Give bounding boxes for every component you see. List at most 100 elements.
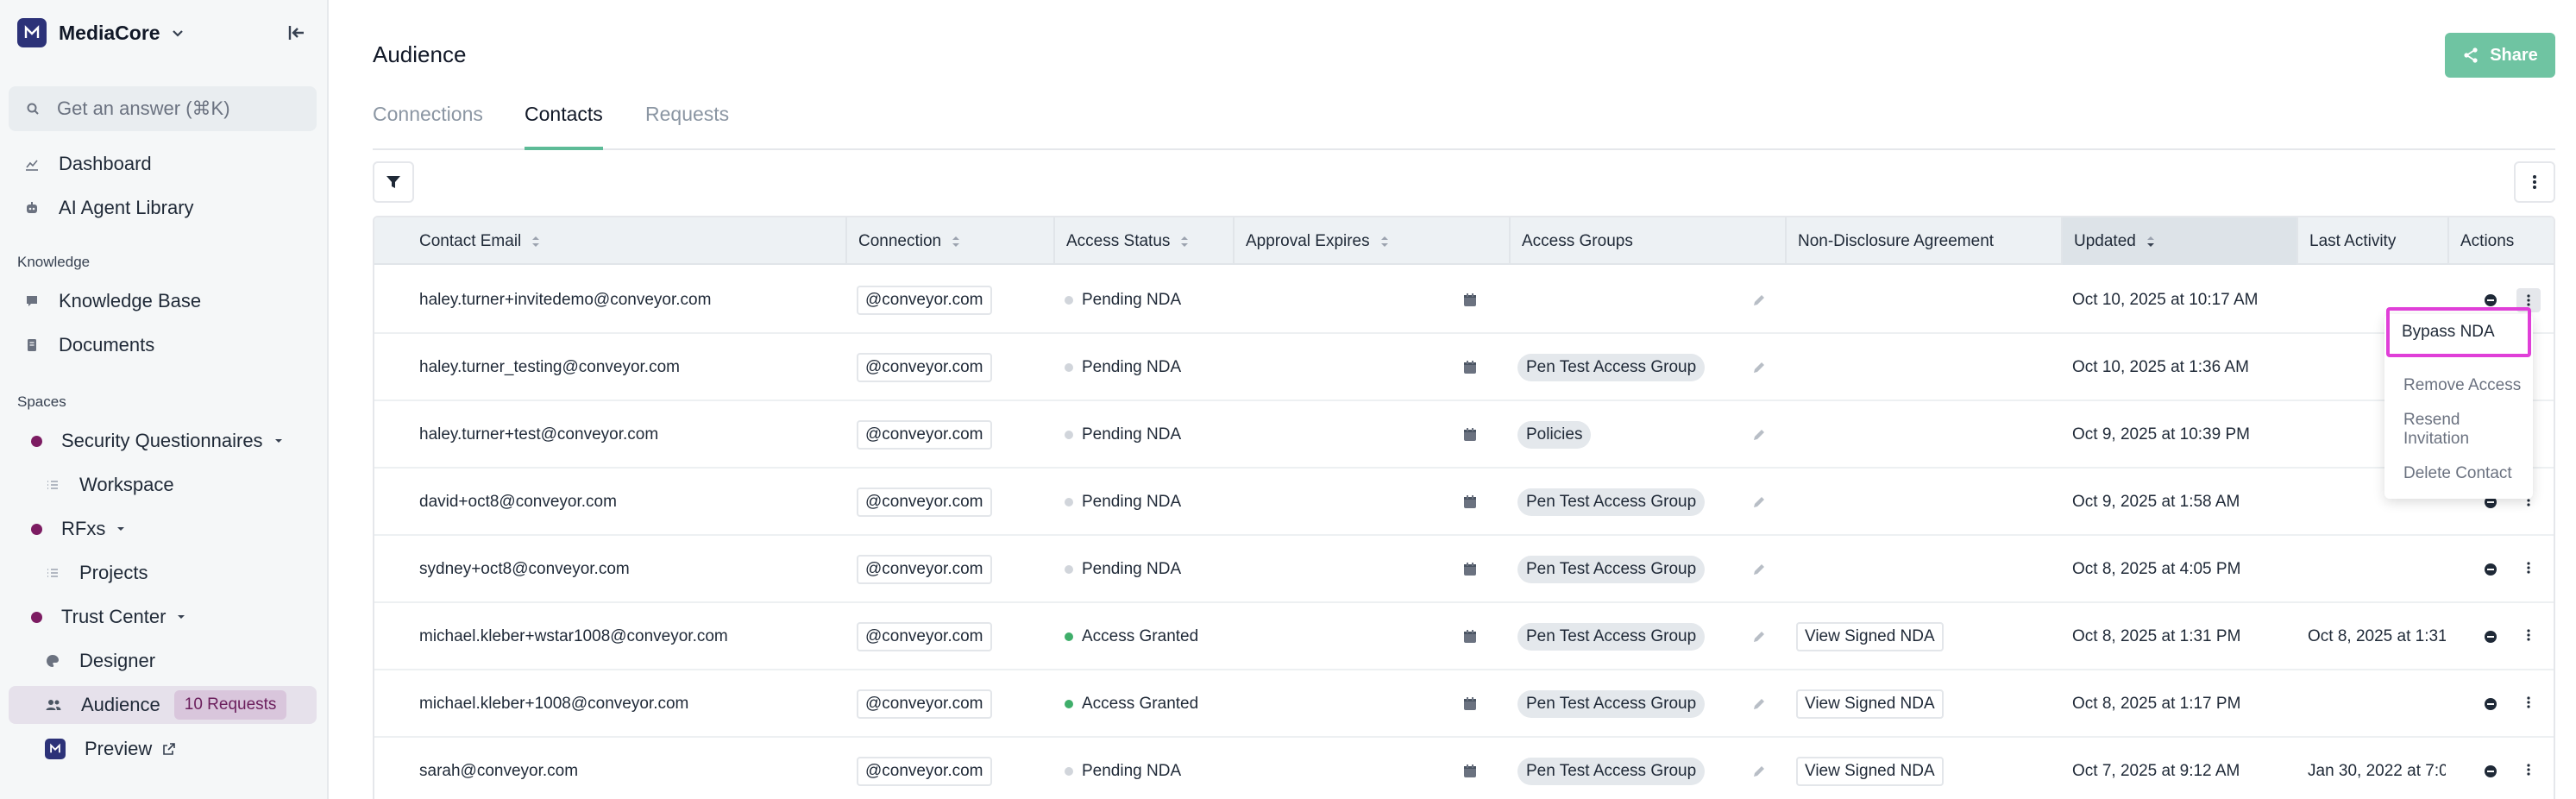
sidebar-item-knowledge-base[interactable]: Knowledge Base bbox=[9, 282, 317, 320]
connection-chip[interactable]: @conveyor.com bbox=[857, 689, 992, 719]
connection-chip[interactable]: @conveyor.com bbox=[857, 286, 992, 315]
requests-badge: 10 Requests bbox=[173, 690, 287, 720]
status-dot-icon bbox=[1065, 632, 1073, 641]
edit-groups-button[interactable] bbox=[1746, 536, 1772, 603]
filter-button[interactable] bbox=[373, 161, 414, 203]
contact-email: sarah@conveyor.com bbox=[419, 762, 579, 780]
column-header-connection[interactable]: Connection bbox=[845, 217, 1053, 265]
menu-item-bypass-nda[interactable]: Bypass NDA bbox=[2386, 307, 2531, 357]
sidebar-item-trust-center[interactable]: Trust Center bbox=[9, 598, 317, 636]
minus-circle-icon bbox=[2485, 563, 2497, 576]
calendar-button[interactable] bbox=[1457, 536, 1483, 603]
tab-connections[interactable]: Connections bbox=[373, 97, 483, 150]
share-label: Share bbox=[2490, 45, 2538, 65]
view-signed-nda-button[interactable]: View Signed NDA bbox=[1796, 622, 1944, 651]
status-dot-icon bbox=[1065, 700, 1073, 708]
column-header-label: Last Activity bbox=[2309, 231, 2397, 250]
column-header-label: Approval Expires bbox=[1246, 231, 1370, 250]
sidebar-item-rfxs[interactable]: RFxs bbox=[9, 510, 317, 548]
sidebar-item-security-questionnaires[interactable]: Security Questionnaires bbox=[9, 422, 317, 460]
remove-button[interactable] bbox=[2480, 603, 2501, 670]
edit-groups-button[interactable] bbox=[1746, 267, 1772, 334]
connection-chip[interactable]: @conveyor.com bbox=[857, 622, 992, 651]
view-signed-nda-button[interactable]: View Signed NDA bbox=[1796, 757, 1944, 786]
sidebar-item-workspace[interactable]: Workspace bbox=[9, 466, 317, 504]
column-header-nda: Non-Disclosure Agreement bbox=[1785, 217, 2061, 265]
column-header-approval-expires[interactable]: Approval Expires bbox=[1233, 217, 1509, 265]
sidebar-item-preview[interactable]: Preview bbox=[9, 730, 317, 768]
contact-email: michael.kleber+1008@conveyor.com bbox=[419, 695, 689, 713]
calendar-button[interactable] bbox=[1457, 738, 1483, 799]
calendar-icon bbox=[1464, 764, 1476, 777]
calendar-icon bbox=[1464, 293, 1476, 306]
connection-chip[interactable]: @conveyor.com bbox=[857, 488, 992, 517]
sidebar-item-documents[interactable]: Documents bbox=[9, 326, 317, 364]
view-signed-nda-button[interactable]: View Signed NDA bbox=[1796, 689, 1944, 719]
table-options-button[interactable] bbox=[2514, 161, 2555, 203]
calendar-button[interactable] bbox=[1457, 401, 1483, 469]
calendar-button[interactable] bbox=[1457, 334, 1483, 401]
updated-date: Oct 10, 2025 at 1:36 AM bbox=[2072, 358, 2249, 376]
edit-groups-button[interactable] bbox=[1746, 401, 1772, 469]
column-header-label: Actions bbox=[2460, 231, 2515, 250]
collapse-left-icon bbox=[288, 26, 304, 40]
document-icon bbox=[28, 339, 36, 351]
sidebar-item-dashboard[interactable]: Dashboard bbox=[9, 145, 317, 183]
connection-chip[interactable]: @conveyor.com bbox=[857, 353, 992, 382]
workspace-switcher[interactable]: MediaCore bbox=[17, 17, 185, 48]
row-actions-button[interactable] bbox=[2516, 670, 2541, 738]
connection-chip[interactable]: @conveyor.com bbox=[857, 555, 992, 584]
remove-button[interactable] bbox=[2480, 738, 2501, 799]
remove-button[interactable] bbox=[2480, 670, 2501, 738]
section-label-knowledge: Knowledge bbox=[17, 254, 91, 270]
access-group-chip: Pen Test Access Group bbox=[1517, 690, 1706, 718]
minus-circle-icon bbox=[2485, 631, 2497, 643]
kebab-menu-icon bbox=[2527, 695, 2530, 714]
calendar-button[interactable] bbox=[1457, 603, 1483, 670]
collapse-sidebar-button[interactable] bbox=[285, 21, 309, 45]
status-dot-icon bbox=[1065, 498, 1073, 506]
sidebar-item-projects[interactable]: Projects bbox=[9, 554, 317, 592]
edit-groups-button[interactable] bbox=[1746, 334, 1772, 401]
access-status: Pending NDA bbox=[1082, 560, 1182, 578]
sort-icon bbox=[1181, 236, 1189, 247]
row-actions-button[interactable] bbox=[2516, 738, 2541, 799]
sidebar-item-ai-agent-library[interactable]: AI Agent Library bbox=[9, 189, 317, 227]
edit-groups-button[interactable] bbox=[1746, 670, 1772, 738]
column-header-access-status[interactable]: Access Status bbox=[1053, 217, 1233, 265]
calendar-button[interactable] bbox=[1457, 469, 1483, 536]
sidebar-item-audience[interactable]: Audience 10 Requests bbox=[9, 686, 317, 724]
filter-icon bbox=[386, 176, 400, 188]
share-button[interactable]: Share bbox=[2445, 33, 2555, 78]
tab-contacts[interactable]: Contacts bbox=[525, 97, 603, 150]
menu-item-remove-access[interactable]: Remove Access bbox=[2393, 365, 2524, 406]
column-header-label: Connection bbox=[858, 231, 942, 250]
column-header-contact-email[interactable]: Contact Email bbox=[374, 217, 845, 265]
row-actions-button[interactable] bbox=[2516, 536, 2541, 603]
edit-groups-button[interactable] bbox=[1746, 469, 1772, 536]
connection-chip[interactable]: @conveyor.com bbox=[857, 420, 992, 450]
calendar-button[interactable] bbox=[1457, 267, 1483, 334]
access-group-chip: Pen Test Access Group bbox=[1517, 758, 1706, 785]
menu-item-resend-invitation[interactable]: Resend Invitation bbox=[2393, 409, 2524, 450]
robot-icon bbox=[27, 202, 37, 213]
column-header-actions: Actions bbox=[2447, 217, 2554, 265]
users-icon bbox=[46, 700, 61, 710]
calendar-icon bbox=[1464, 697, 1476, 710]
tab-requests[interactable]: Requests bbox=[645, 97, 729, 150]
edit-groups-button[interactable] bbox=[1746, 603, 1772, 670]
menu-item-delete-contact[interactable]: Delete Contact bbox=[2393, 453, 2524, 494]
calendar-button[interactable] bbox=[1457, 670, 1483, 738]
updated-date: Oct 9, 2025 at 10:39 PM bbox=[2072, 425, 2250, 444]
sidebar-item-designer[interactable]: Designer bbox=[9, 642, 317, 680]
column-header-updated[interactable]: Updated bbox=[2061, 217, 2296, 265]
connection-chip[interactable]: @conveyor.com bbox=[857, 757, 992, 786]
sidebar-item-label: Dashboard bbox=[59, 153, 152, 174]
space-dot-icon bbox=[31, 523, 42, 535]
search-input[interactable]: Get an answer (⌘K) bbox=[9, 86, 317, 131]
remove-button[interactable] bbox=[2480, 536, 2501, 603]
access-status: Pending NDA bbox=[1082, 493, 1182, 511]
edit-groups-button[interactable] bbox=[1746, 738, 1772, 799]
row-actions-button[interactable] bbox=[2516, 603, 2541, 670]
calendar-icon bbox=[1464, 428, 1476, 441]
